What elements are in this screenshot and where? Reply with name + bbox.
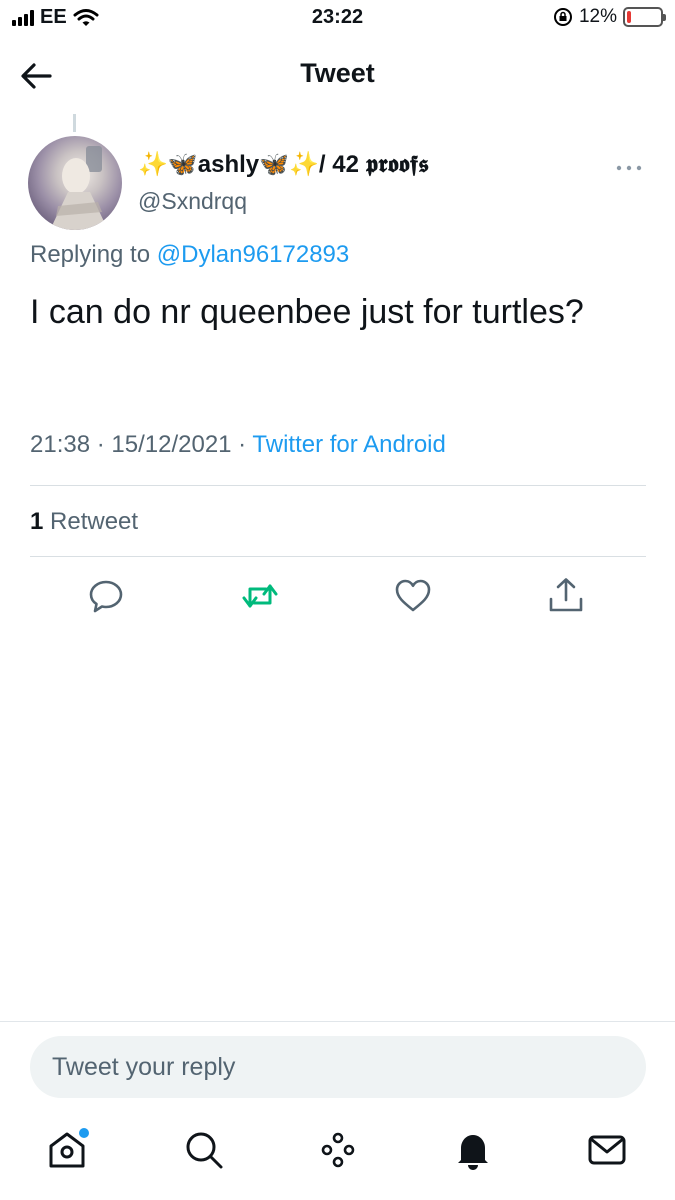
tweet-source[interactable]: Twitter for Android — [252, 431, 445, 458]
replying-to: Replying to @Dylan96172893 — [30, 241, 349, 269]
retweet-stats[interactable]: 1 Retweet — [30, 508, 138, 536]
tweet-text: I can do nr queenbee just for turtles? — [30, 293, 584, 331]
reply-input[interactable]: Tweet your reply — [30, 1036, 646, 1098]
tweet-time: 21:38 — [30, 431, 91, 458]
spaces-icon[interactable] — [316, 1128, 360, 1172]
messages-icon[interactable] — [585, 1128, 629, 1172]
notification-dot — [79, 1128, 89, 1138]
top-navigation: Tweet — [0, 44, 675, 108]
tweet-actions — [0, 576, 675, 620]
tweet-date: 15/12/2021 — [111, 431, 232, 458]
divider — [30, 556, 646, 557]
status-right: 12% — [553, 6, 666, 28]
retweet-icon[interactable] — [240, 576, 280, 616]
thread-line — [73, 114, 76, 132]
rotation-lock-icon — [553, 8, 572, 26]
like-icon[interactable] — [393, 576, 433, 616]
meta-separator: · — [231, 431, 253, 458]
battery-icon — [623, 7, 666, 27]
reply-icon[interactable] — [86, 576, 126, 616]
battery-percent: 12% — [578, 6, 617, 27]
display-name[interactable]: ✨🦋ashly🦋✨/ 42 𝖕𝖗𝖔𝖔𝖋𝖘 — [138, 150, 429, 179]
reply-bar-divider — [0, 1021, 675, 1022]
replying-mention[interactable]: @Dylan96172893 — [157, 241, 350, 268]
page-title: Tweet — [300, 58, 375, 88]
retweet-count: 1 — [30, 508, 44, 535]
share-icon[interactable] — [546, 576, 586, 616]
user-handle[interactable]: @Sxndrqq — [138, 188, 247, 215]
battery-level — [627, 11, 631, 23]
more-icon[interactable] — [612, 158, 646, 178]
notifications-icon[interactable] — [451, 1128, 495, 1172]
meta-separator: · — [90, 431, 112, 458]
search-icon[interactable] — [182, 1128, 226, 1172]
replying-prefix: Replying to — [30, 241, 157, 268]
retweet-label: Retweet — [43, 508, 139, 535]
bottom-tab-bar — [0, 1128, 675, 1188]
avatar-image — [50, 146, 108, 230]
avatar[interactable] — [28, 136, 122, 230]
tweet-meta: 21:38 · 15/12/2021 · Twitter for Android — [30, 431, 446, 459]
status-bar: EE 23:22 12% — [0, 0, 675, 40]
divider — [30, 485, 646, 486]
reply-placeholder: Tweet your reply — [52, 1053, 236, 1081]
